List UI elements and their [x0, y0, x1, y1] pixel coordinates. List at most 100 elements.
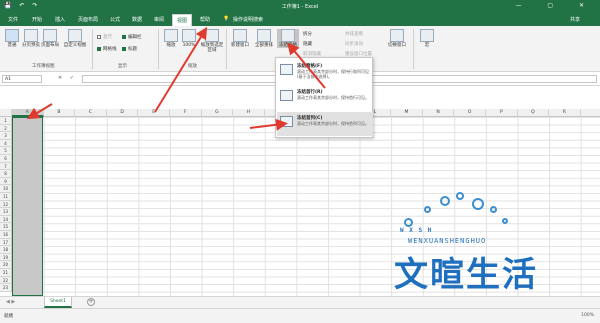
row-header[interactable]: 6: [0, 155, 12, 163]
checkbox-icon: [122, 46, 126, 51]
row-header[interactable]: 14: [0, 215, 12, 224]
row-header[interactable]: 4: [0, 139, 12, 148]
normal-view-button[interactable]: 普通: [3, 29, 21, 48]
tab-review[interactable]: 审阅: [154, 16, 164, 23]
add-sheet-button[interactable]: +: [87, 298, 95, 306]
column-header[interactable]: C: [75, 109, 107, 117]
row-header[interactable]: 8: [0, 170, 12, 178]
name-box[interactable]: A1: [2, 75, 42, 83]
hide-button[interactable]: 隐藏: [303, 41, 312, 47]
page-break-preview-button[interactable]: 分页预览: [22, 29, 40, 48]
normal-view-icon: [5, 29, 19, 42]
checkbox-icon: [97, 46, 101, 51]
sheet-nav-arrows[interactable]: ◀ ▶: [6, 299, 15, 305]
sheet-tab-sheet1[interactable]: Sheet1: [44, 297, 72, 308]
custom-views-button[interactable]: 自定义视图: [62, 29, 88, 48]
row-header[interactable]: 19: [0, 253, 12, 262]
freeze-first-column-option[interactable]: 冻结首列(C) 滚动工作表其余部分时，保持首列可见。: [277, 112, 373, 136]
view-side-by-side-button[interactable]: 并排查看: [345, 31, 363, 37]
checkbox-icon: [122, 34, 126, 39]
tab-formulas[interactable]: 公式: [110, 16, 120, 23]
gridlines-checkbox[interactable]: 网格线: [97, 46, 117, 52]
freeze-panes-option[interactable]: 冻结窗格(F) 滚动工作表其余部分时，保持行和列可见(基于当前的选择)。: [277, 60, 373, 84]
freeze-panes-dropdown: 冻结窗格(F) 滚动工作表其余部分时，保持行和列可见(基于当前的选择)。 冻结首…: [275, 57, 373, 138]
row-header[interactable]: 16: [0, 231, 12, 239]
column-header[interactable]: M: [391, 109, 423, 117]
row-header[interactable]: 3: [0, 132, 12, 140]
macros-button[interactable]: 宏: [418, 29, 436, 48]
row-header[interactable]: 1: [0, 117, 12, 125]
group-label-show: 显示: [118, 64, 127, 69]
tab-data[interactable]: 数据: [132, 16, 142, 23]
tell-me-search[interactable]: 操作说明搜索: [233, 16, 263, 23]
row-header[interactable]: 18: [0, 246, 12, 254]
column-header[interactable]: H: [233, 109, 265, 117]
tab-file[interactable]: 文件: [8, 16, 18, 23]
logo-initials: W X S H: [400, 227, 433, 234]
row-header[interactable]: 23: [0, 284, 12, 292]
lightbulb-icon: 💡: [223, 16, 230, 22]
row-header[interactable]: 10: [0, 185, 12, 193]
zoom-to-selection-button[interactable]: 缩放到选定区域: [200, 29, 224, 53]
row-header[interactable]: 15: [0, 223, 12, 231]
freeze-top-row-icon: [280, 90, 293, 101]
tab-home[interactable]: 开始: [32, 16, 42, 23]
zoom-100-icon: [182, 29, 196, 42]
zoom-button[interactable]: 缩放: [162, 29, 180, 48]
row-header[interactable]: 7: [0, 162, 12, 171]
column-header[interactable]: B: [44, 109, 76, 117]
divider: [92, 29, 93, 69]
row-header[interactable]: 22: [0, 276, 12, 285]
column-header[interactable]: A: [12, 109, 44, 117]
select-all-corner[interactable]: [0, 109, 12, 117]
column-header[interactable]: R: [549, 109, 581, 117]
column-header[interactable]: Q: [518, 109, 550, 117]
share-button[interactable]: 共享: [570, 16, 580, 23]
page-layout-icon: [43, 29, 57, 42]
switch-windows-icon: [390, 29, 404, 42]
arrange-all-button[interactable]: 全部重排: [253, 29, 275, 48]
headings-checkbox[interactable]: 标题: [122, 46, 137, 52]
zoom-level[interactable]: 100%: [581, 313, 594, 318]
formula-bar-checkbox[interactable]: 编辑栏: [122, 34, 142, 40]
group-label-workbook-views: 工作簿视图: [32, 64, 55, 69]
row-header[interactable]: 9: [0, 177, 12, 186]
switch-windows-button[interactable]: 切换窗口: [386, 29, 408, 48]
row-header[interactable]: 21: [0, 269, 12, 277]
column-header[interactable]: G: [202, 109, 234, 117]
ruler-checkbox[interactable]: 直尺: [97, 34, 112, 40]
row-header[interactable]: 2: [0, 124, 12, 133]
row-header[interactable]: 12: [0, 200, 12, 209]
row-header[interactable]: 5: [0, 147, 12, 155]
column-header[interactable]: P: [486, 109, 518, 117]
freeze-panes-button[interactable]: 冻结窗格: [277, 29, 299, 48]
new-window-button[interactable]: 新建窗口: [229, 29, 251, 48]
column-header[interactable]: D: [107, 109, 139, 117]
status-text: 就绪: [4, 314, 13, 319]
tab-help[interactable]: 帮助: [200, 16, 210, 23]
watermark-logo: W X S H WENXUANSHENGHUO 文暄生活: [370, 192, 600, 302]
freeze-top-row-option[interactable]: 冻结首行(R) 滚动工作表其余部分时，保持首行可见。: [277, 86, 373, 110]
freeze-panes-icon: [281, 29, 295, 42]
column-header[interactable]: N: [423, 109, 455, 117]
logo-chinese-text: 文暄生活: [394, 255, 538, 295]
tab-view[interactable]: 视图: [172, 14, 193, 26]
column-header[interactable]: O: [454, 109, 486, 117]
zoom-100-button[interactable]: 100%: [180, 29, 198, 48]
row-header[interactable]: 13: [0, 208, 12, 216]
group-label-zoom: 缩放: [188, 64, 197, 69]
column-header[interactable]: F: [170, 109, 202, 117]
window-controls[interactable]: — ▢ ✕: [515, 2, 596, 9]
sync-scroll-button[interactable]: 同步滚动: [345, 41, 363, 47]
tab-page-layout[interactable]: 页面布局: [78, 16, 98, 23]
row-header[interactable]: 11: [0, 193, 12, 201]
tab-insert[interactable]: 插入: [55, 16, 65, 23]
row-header[interactable]: 17: [0, 238, 12, 247]
selected-column-a[interactable]: [12, 117, 43, 296]
checkbox-icon: [97, 34, 101, 39]
column-header[interactable]: E: [138, 109, 170, 117]
macro-icon: [420, 29, 434, 42]
row-header[interactable]: 20: [0, 261, 12, 269]
page-layout-view-button[interactable]: 页面布局: [41, 29, 59, 48]
split-button[interactable]: 拆分: [303, 31, 312, 37]
